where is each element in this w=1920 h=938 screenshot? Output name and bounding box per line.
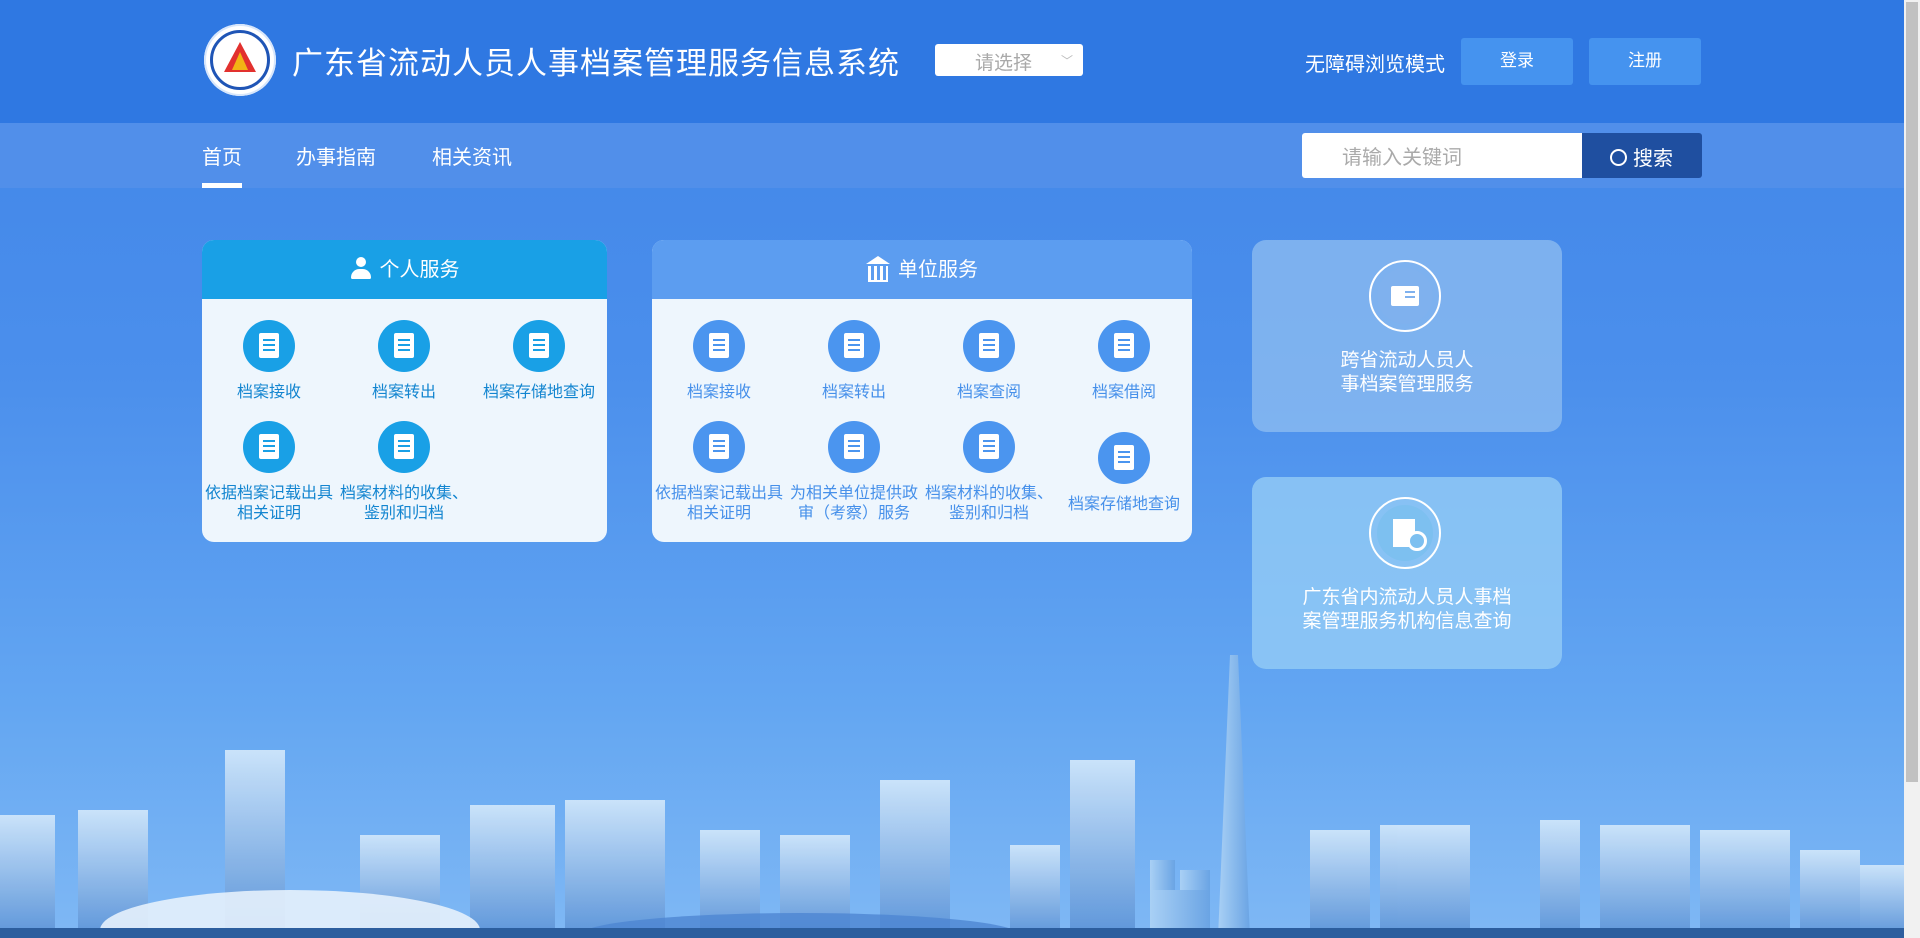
- personal-services-header: 个人服务: [202, 240, 607, 299]
- review-icon: [828, 421, 880, 473]
- certificate-icon: [693, 421, 745, 473]
- service-label: 依据档案记载出具 相关证明: [654, 483, 783, 522]
- unit-service-file-transfer[interactable]: 档案转出: [787, 320, 921, 402]
- search-input[interactable]: 请输入关键词: [1302, 133, 1582, 178]
- archive-icon: [378, 421, 430, 473]
- unit-service-archive[interactable]: 档案材料的收集、 鉴别和归档: [922, 421, 1056, 523]
- tile-icon-inner: [1377, 268, 1433, 324]
- file-transfer-icon: [828, 320, 880, 372]
- personal-services-title: 个人服务: [379, 257, 460, 281]
- search-icon: [1610, 149, 1627, 166]
- service-label: 档案转出: [371, 382, 436, 401]
- unit-service-file-consult[interactable]: 档案查阅: [922, 320, 1056, 402]
- book-icon: [963, 320, 1015, 372]
- unit-services-title: 单位服务: [898, 257, 978, 281]
- tile-label: 跨省流动人员人 事档案管理服务: [1340, 349, 1474, 395]
- file-receive-icon: [243, 320, 295, 372]
- login-button[interactable]: 登录: [1461, 38, 1573, 85]
- service-label: 档案接收: [236, 382, 301, 401]
- file-transfer-icon: [378, 320, 430, 372]
- tile-icon-inner: [1377, 505, 1433, 561]
- service-label: 依据档案记载出具 相关证明: [204, 483, 333, 522]
- service-archive[interactable]: 档案材料的收集、 鉴别和归档: [337, 421, 471, 523]
- accessibility-mode-link[interactable]: 无障碍浏览模式: [1305, 48, 1445, 77]
- site-logo: [204, 24, 276, 96]
- file-receive-icon: [693, 320, 745, 372]
- nav-item-news[interactable]: 相关资讯: [432, 141, 512, 170]
- building-search-icon: [1393, 519, 1427, 551]
- logo-mark-inner: [232, 52, 248, 70]
- service-certificate[interactable]: 依据档案记载出具 相关证明: [202, 421, 336, 523]
- service-label: 档案转出: [821, 382, 886, 401]
- service-label: 档案材料的收集、 鉴别和归档: [924, 483, 1053, 522]
- nav-item-home[interactable]: 首页: [202, 141, 242, 170]
- service-label: 档案查阅: [956, 382, 1021, 401]
- nav-item-guide[interactable]: 办事指南: [296, 141, 376, 170]
- bank-icon: [866, 256, 890, 282]
- tile-icon-circle: [1369, 497, 1441, 569]
- city-skyline-illustration: [0, 655, 1904, 938]
- site-title: 广东省流动人员人事档案管理服务信息系统: [292, 46, 900, 82]
- service-file-location-query[interactable]: 档案存储地查询: [472, 320, 606, 402]
- service-file-transfer[interactable]: 档案转出: [337, 320, 471, 402]
- cross-province-archive-tile[interactable]: 跨省流动人员人 事档案管理服务: [1252, 240, 1562, 432]
- unit-services-header: 单位服务: [652, 240, 1192, 299]
- search-button[interactable]: 搜索: [1582, 133, 1702, 178]
- service-file-receive[interactable]: 档案接收: [202, 320, 336, 402]
- service-label: 为相关单位提供政 审（考察）服务: [789, 483, 918, 522]
- unit-service-file-location-query[interactable]: 档案存储地查询: [1057, 432, 1191, 514]
- service-label: 档案借阅: [1091, 382, 1156, 401]
- file-search-icon: [1098, 432, 1150, 484]
- file-search-icon: [513, 320, 565, 372]
- unit-service-file-receive[interactable]: 档案接收: [652, 320, 786, 402]
- region-select-value: 请选择: [975, 52, 1033, 74]
- file-borrow-icon: [1098, 320, 1150, 372]
- service-label: 档案存储地查询: [1067, 494, 1180, 513]
- service-label: 档案存储地查询: [482, 382, 595, 401]
- search-button-label: 搜索: [1633, 146, 1673, 170]
- certificate-icon: [243, 421, 295, 473]
- service-label: 档案接收: [686, 382, 751, 401]
- person-icon: [350, 257, 372, 279]
- unit-service-certificate[interactable]: 依据档案记载出具 相关证明: [652, 421, 786, 523]
- chevron-down-icon: ﹀: [1060, 54, 1073, 68]
- tile-icon-circle: [1369, 260, 1441, 332]
- unit-service-political-review[interactable]: 为相关单位提供政 审（考察）服务: [787, 421, 921, 523]
- archive-icon: [963, 421, 1015, 473]
- personal-services-card: 个人服务 档案接收 档案转出 档案存储地查询 依据档案记载出具 相关证明 档案材…: [202, 240, 607, 542]
- service-label: 档案材料的收集、 鉴别和归档: [339, 483, 468, 522]
- page-scrollbar-thumb[interactable]: [1906, 2, 1918, 782]
- unit-services-card: 单位服务 档案接收 档案转出 档案查阅 档案借阅 依据档案记载出具 相关证明 为…: [652, 240, 1192, 542]
- id-card-icon: [1391, 286, 1419, 306]
- register-button[interactable]: 注册: [1589, 38, 1701, 85]
- nav-active-indicator: [202, 183, 242, 188]
- unit-service-file-borrow[interactable]: 档案借阅: [1057, 320, 1191, 402]
- region-select[interactable]: 请选择 ﹀: [935, 44, 1083, 76]
